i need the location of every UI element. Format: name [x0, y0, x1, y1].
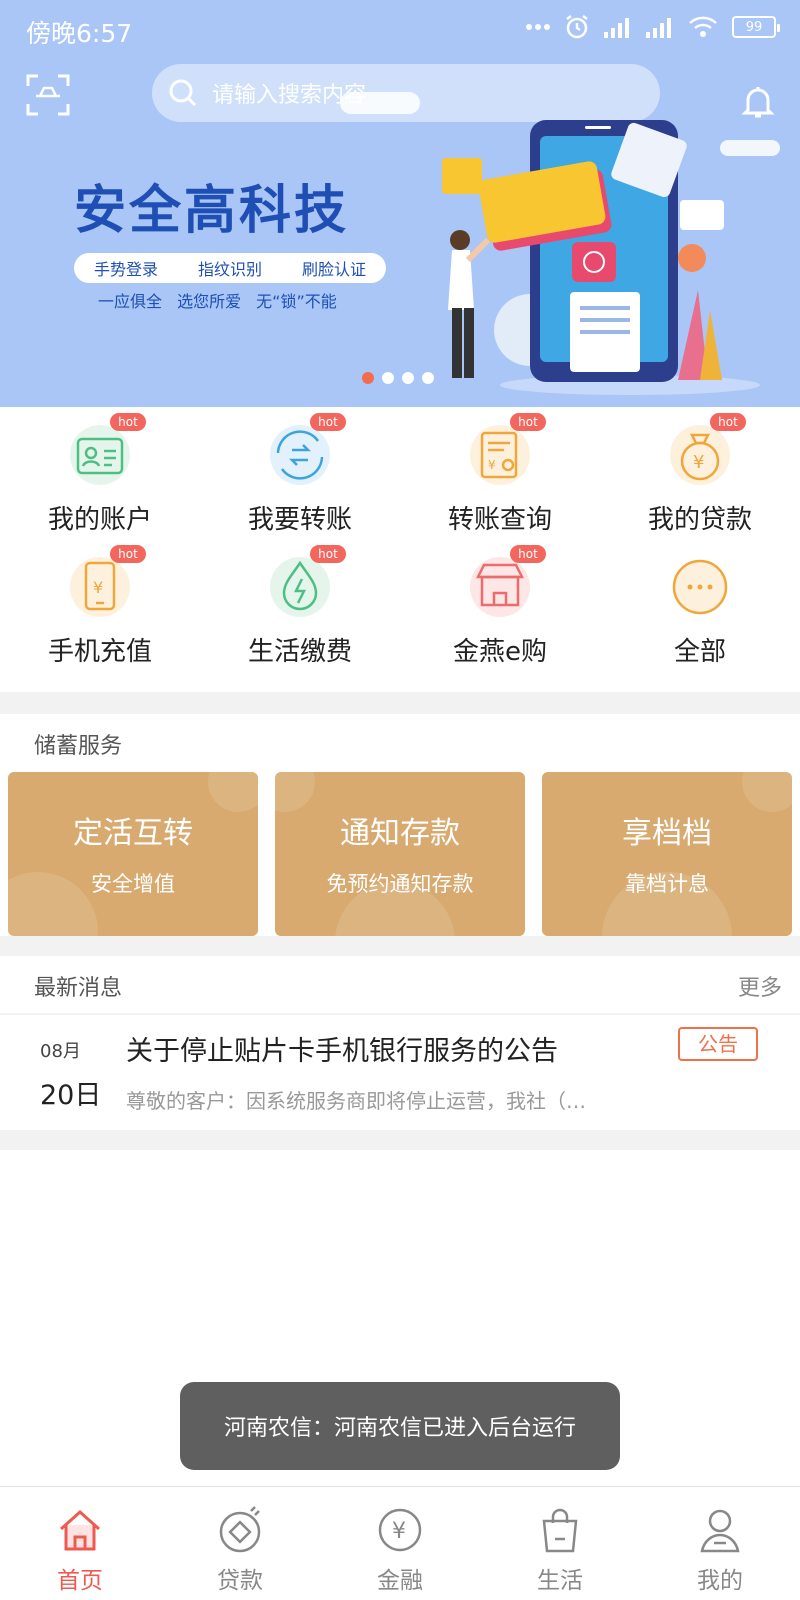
more-dots-status-icon — [526, 24, 550, 30]
grid-item-all[interactable]: 全部 — [600, 539, 800, 671]
grid-item-label: 我的账户 — [47, 505, 152, 535]
news-tag-badge: 公告 — [678, 1027, 758, 1061]
hot-badge: hot — [710, 413, 746, 431]
news-day: 20日 — [40, 1080, 102, 1111]
grid-item-utility-payment[interactable]: hot 生活缴费 — [200, 539, 400, 671]
savings-card-subtitle: 靠档计息 — [625, 872, 709, 896]
section-divider — [0, 1130, 800, 1150]
carousel-dot[interactable] — [422, 372, 434, 384]
svg-text:¥: ¥ — [693, 452, 704, 473]
toast-message: 河南农信：河南农信已进入后台运行 — [223, 1416, 576, 1441]
signal-icon — [646, 18, 671, 38]
grid-item-label: 转账查询 — [447, 505, 552, 535]
svg-text:¥: ¥ — [392, 1519, 406, 1544]
wifi-icon — [689, 16, 717, 37]
carousel-dot[interactable] — [402, 372, 414, 384]
hot-badge: hot — [310, 545, 346, 563]
svg-text:¥: ¥ — [488, 458, 496, 472]
tab-home[interactable]: 首页 — [0, 1487, 160, 1600]
savings-card-notice-deposit[interactable]: 通知存款 免预约通知存款 — [275, 772, 525, 936]
grid-item-phone-topup[interactable]: ¥ hot 手机充值 — [0, 539, 200, 671]
grid-item-label: 手机充值 — [47, 637, 152, 667]
news-snippet: 尊敬的客户：因系统服务商即将停止运营，我社（… — [126, 1089, 586, 1113]
tab-label: 金融 — [377, 1568, 423, 1594]
savings-card-title: 享档档 — [622, 816, 712, 851]
hot-badge: hot — [110, 413, 146, 431]
loan-icon — [219, 1506, 261, 1553]
news-month: 08月 — [40, 1041, 81, 1062]
hot-badge: hot — [510, 413, 546, 431]
signal-icon — [604, 18, 629, 38]
savings-card-demand-fixed[interactable]: 定活互转 安全增值 — [8, 772, 258, 936]
grid-item-label: 全部 — [673, 637, 726, 667]
savings-card-title: 定活互转 — [73, 816, 193, 851]
status-time: 傍晚6:57 — [26, 19, 133, 48]
more-dots-icon — [672, 559, 728, 615]
tab-loan[interactable]: 贷款 — [160, 1487, 320, 1600]
phone-security-illustration — [442, 120, 760, 395]
banner-feature-pill: 手势登录 指纹识别 刷脸认证 — [74, 253, 386, 283]
news-section-title: 最新消息 — [34, 976, 123, 1001]
feature-face-auth: 刷脸认证 — [301, 260, 366, 279]
carousel-indicator — [362, 372, 434, 384]
feature-fingerprint: 指纹识别 — [197, 260, 262, 279]
savings-card-title: 通知存款 — [340, 816, 460, 851]
savings-card-tiered-rate[interactable]: 享档档 靠档计息 — [542, 772, 792, 936]
shopping-bag-icon — [542, 1508, 578, 1553]
status-bar: 傍晚6:57 99 — [0, 0, 800, 58]
battery-indicator: 99 — [732, 16, 780, 38]
card-decoration — [742, 772, 792, 812]
scan-icon[interactable] — [26, 74, 70, 116]
card-decoration — [275, 772, 315, 812]
search-icon — [169, 79, 197, 107]
tab-finance[interactable]: ¥ 金融 — [320, 1487, 480, 1600]
grid-item-my-loan[interactable]: ¥ hot 我的贷款 — [600, 407, 800, 539]
hot-badge: hot — [510, 545, 546, 563]
news-list-item[interactable]: 08月 20日 关于停止贴片卡手机银行服务的公告 尊敬的客户：因系统服务商即将停… — [0, 1015, 800, 1130]
news-headline: 关于停止贴片卡手机银行服务的公告 — [126, 1036, 558, 1067]
alarm-icon — [566, 15, 588, 39]
tab-life[interactable]: 生活 — [480, 1487, 640, 1600]
quick-service-grid: hot 我的账户 hot 我要转账 ¥ hot 转账查询 ¥ hot 我的贷款 … — [0, 407, 800, 692]
card-decoration — [208, 772, 258, 812]
grid-item-label: 我要转账 — [247, 505, 352, 535]
tab-label: 我的 — [697, 1568, 743, 1594]
promo-banner[interactable]: 傍晚6:57 99 请输入搜索内容 安全高科技 手势登录 指纹识别 刷脸认证 一… — [0, 0, 800, 407]
savings-section-title: 储蓄服务 — [34, 734, 123, 759]
grid-item-label: 我的贷款 — [647, 505, 752, 535]
hot-badge: hot — [310, 413, 346, 431]
news-more-link[interactable]: 更多 — [738, 970, 782, 1002]
grid-item-transfer-query[interactable]: ¥ hot 转账查询 — [400, 407, 600, 539]
grid-item-label: 生活缴费 — [247, 637, 352, 667]
home-icon — [59, 1509, 101, 1551]
profile-icon — [700, 1509, 740, 1553]
background-run-toast: 河南农信：河南农信已进入后台运行 — [180, 1382, 620, 1470]
finance-yen-icon: ¥ — [378, 1508, 422, 1552]
savings-card-subtitle: 安全增值 — [91, 872, 175, 896]
carousel-dot[interactable] — [382, 372, 394, 384]
tab-label: 贷款 — [217, 1568, 263, 1594]
grid-item-jinyan-shop[interactable]: hot 金燕e购 — [400, 539, 600, 671]
tab-mine[interactable]: 我的 — [640, 1487, 800, 1600]
search-placeholder: 请输入搜索内容 — [212, 83, 367, 108]
tab-label: 生活 — [537, 1568, 583, 1594]
hot-badge: hot — [110, 545, 146, 563]
section-divider — [0, 936, 800, 956]
carousel-dot[interactable] — [362, 372, 374, 384]
tab-label: 首页 — [57, 1568, 103, 1594]
section-divider — [0, 692, 800, 714]
grid-item-my-account[interactable]: hot 我的账户 — [0, 407, 200, 539]
grid-item-transfer[interactable]: hot 我要转账 — [200, 407, 400, 539]
grid-item-label: 金燕e购 — [453, 637, 547, 667]
banner-tagline: 一应俱全 选您所爱 无“锁”不能 — [98, 292, 337, 311]
bottom-tab-bar: 首页 贷款 ¥ 金融 生活 我的 — [0, 1486, 800, 1600]
banner-headline: 安全高科技 — [74, 181, 350, 241]
svg-text:¥: ¥ — [93, 578, 103, 597]
savings-card-subtitle: 免预约通知存款 — [326, 872, 474, 896]
feature-gesture-login: 手势登录 — [93, 260, 158, 279]
